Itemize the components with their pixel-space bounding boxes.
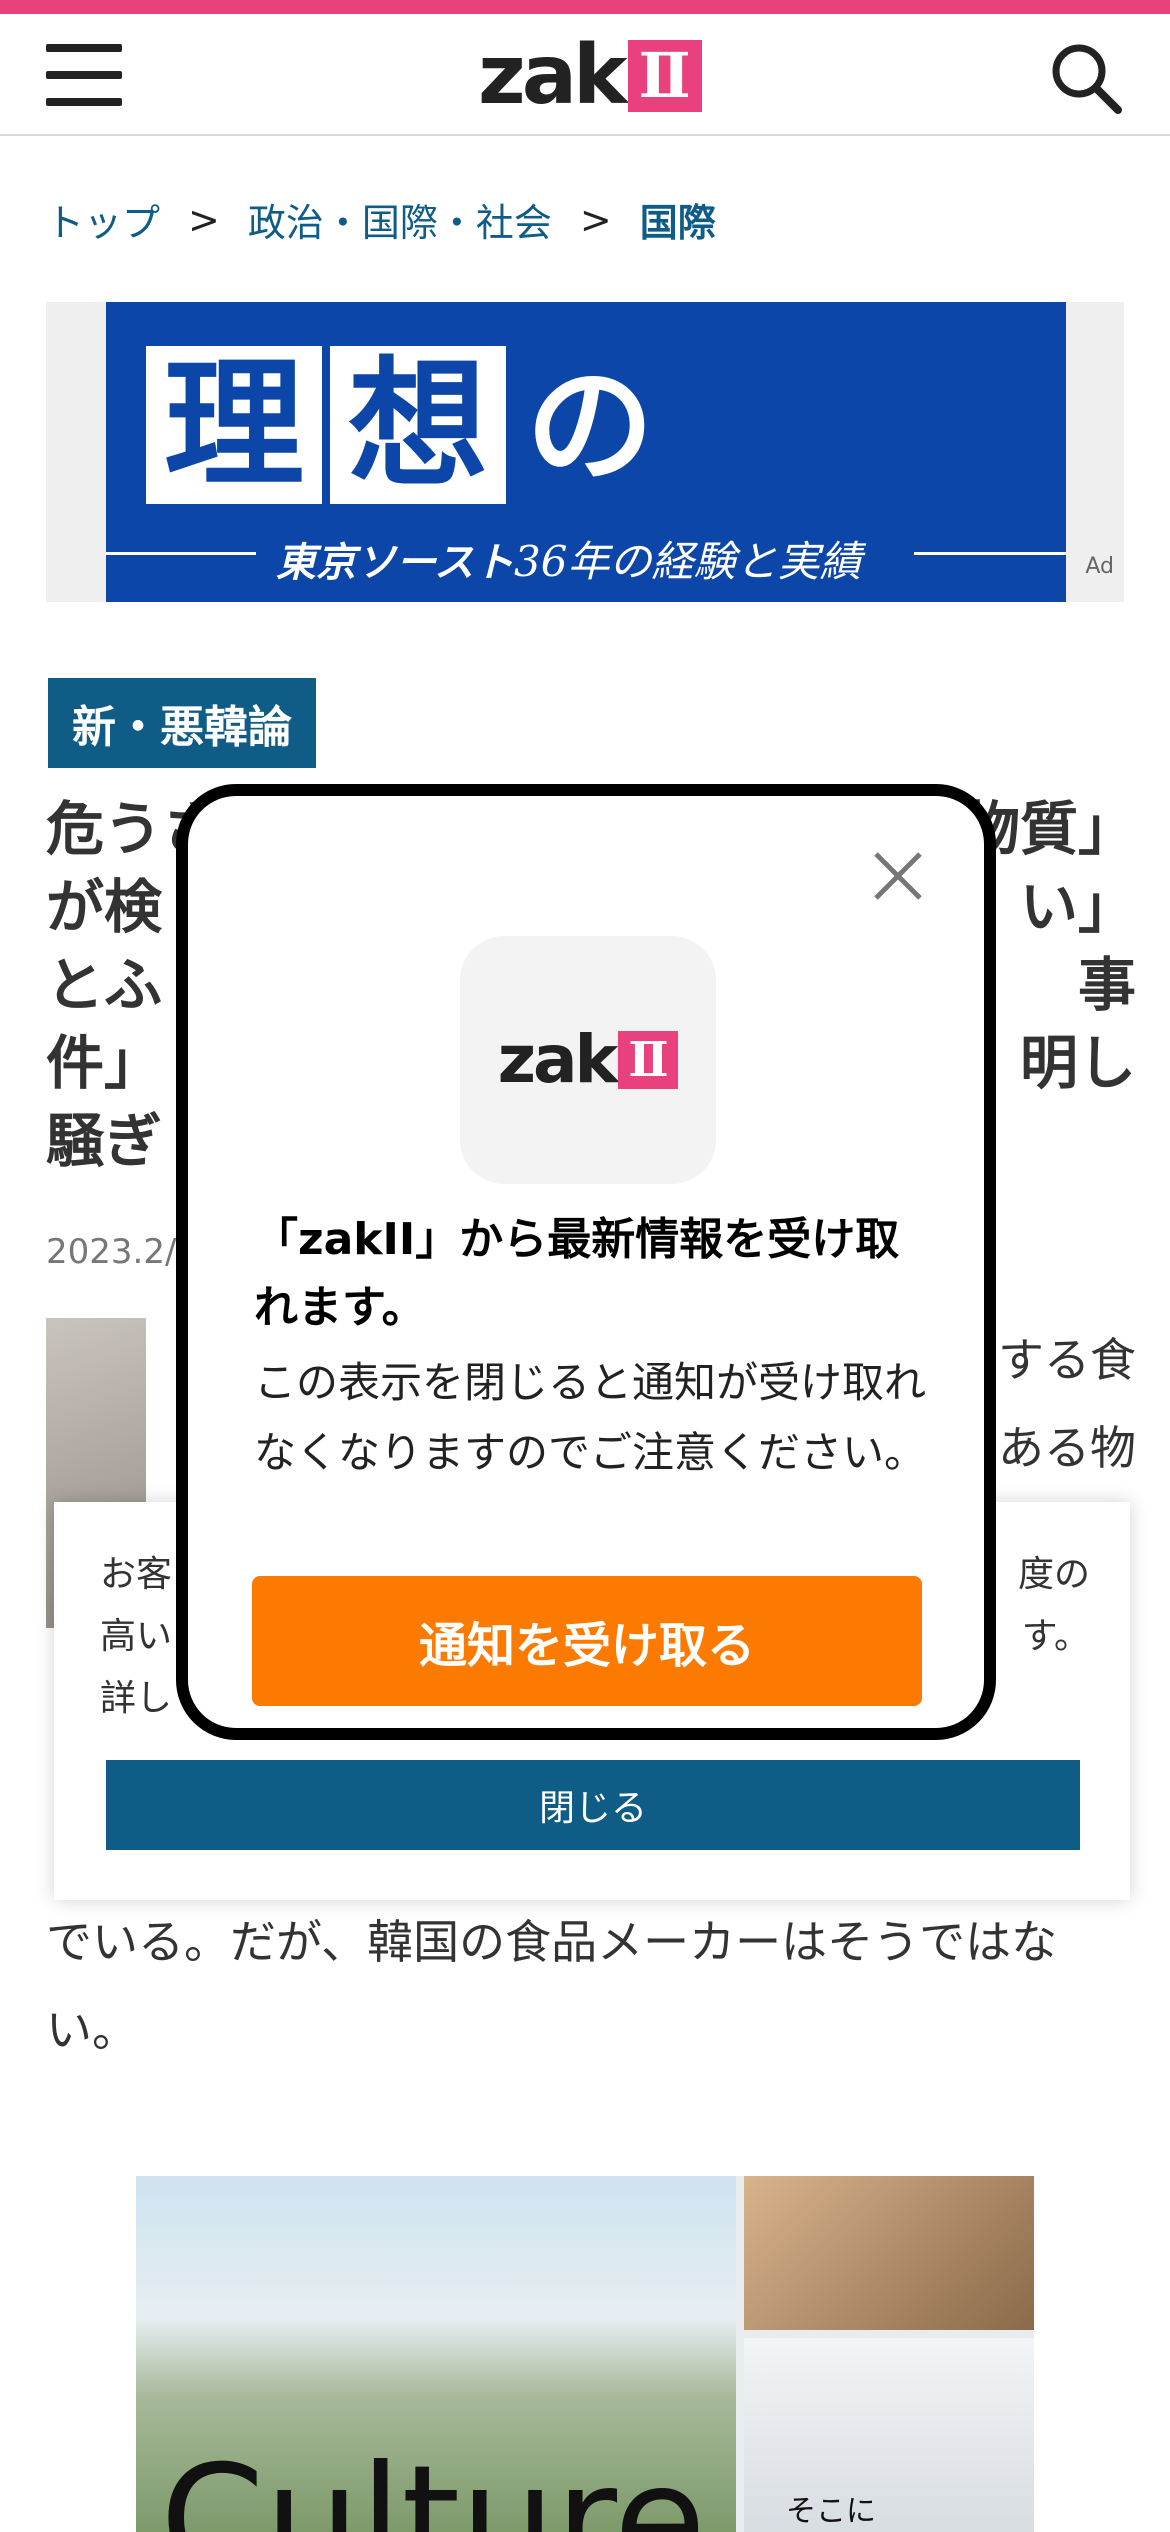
- top-accent-strip: [0, 0, 1170, 14]
- search-icon[interactable]: [1048, 40, 1122, 114]
- app-icon: zak Ⅱ: [460, 936, 716, 1184]
- breadcrumb-top-link[interactable]: トップ: [46, 192, 160, 247]
- culture-ad-headline: Culture: [160, 2434, 707, 2532]
- article-body-bottom: でいる。だが、韓国の食品メーカーはそうではな い。: [46, 1898, 1136, 2074]
- site-logo[interactable]: zak Ⅱ: [478, 28, 702, 123]
- culture-ad-photo-small: [744, 2176, 1034, 2330]
- culture-ad-caption: そこに: [786, 2494, 876, 2529]
- breadcrumb-current[interactable]: 国際: [640, 192, 716, 247]
- modal-body: この表示を閉じると通知が受け取れなくなりますのでご注意ください。: [254, 1358, 927, 1477]
- ad-kanji-2: 想: [330, 346, 506, 504]
- modal-title: 「zakII」から最新情報を受け取れます。: [254, 1214, 900, 1333]
- receive-notifications-button[interactable]: 通知を受け取る: [252, 1576, 922, 1706]
- ad-kana: の: [526, 351, 655, 501]
- ad-divider: [106, 552, 256, 555]
- headline-fragment: い」: [1019, 873, 1136, 941]
- ad-label: Ad: [1085, 554, 1114, 579]
- body-line: でいる。だが、韓国の食品メーカーはそうではな: [46, 1915, 1058, 1969]
- ad-kanji-1: 理: [146, 346, 322, 504]
- breadcrumb-separator: >: [188, 197, 220, 242]
- app-icon-text: zak: [497, 1021, 619, 1098]
- cookie-fragment: 詳し: [100, 1678, 173, 1719]
- headline-fragment: 事: [1077, 951, 1136, 1019]
- app-icon-mark: Ⅱ: [618, 1031, 679, 1089]
- cookie-fragment: 度の: [1017, 1554, 1090, 1595]
- category-badge[interactable]: 新・悪韓論: [48, 678, 316, 768]
- body-line: い。: [46, 2003, 138, 2057]
- cookie-close-button[interactable]: 閉じる: [106, 1760, 1080, 1850]
- cookie-fragment: 高い: [100, 1616, 173, 1657]
- cookie-fragment: す。: [1021, 1616, 1090, 1657]
- logo-text: zak: [478, 28, 628, 123]
- close-icon[interactable]: [868, 846, 928, 906]
- breadcrumb-politics-link[interactable]: 政治・国際・社会: [248, 192, 552, 247]
- headline-fragment: 明し: [1019, 1029, 1136, 1097]
- headline-fragment: 件」: [46, 1029, 163, 1097]
- ad-divider: [914, 552, 1066, 555]
- ad-brand: 東京ソースト: [276, 540, 514, 586]
- cookie-fragment: お客: [100, 1554, 173, 1595]
- headline-fragment: が検: [46, 873, 163, 941]
- ad-slot: 理 想 の 東京ソースト 36年の経験と実績 Ad: [46, 302, 1124, 602]
- breadcrumb: トップ > 政治・国際・社会 > 国際: [46, 192, 716, 247]
- hamburger-menu-icon[interactable]: [46, 44, 122, 106]
- breadcrumb-separator: >: [579, 197, 612, 242]
- culture-ad-banner[interactable]: Culture そこに: [136, 2176, 1034, 2532]
- logo-mark: Ⅱ: [627, 40, 702, 112]
- headline-fragment: とふ: [46, 951, 163, 1019]
- article-date: 2023.2/: [46, 1232, 177, 1272]
- ad-subtitle: 36年の経験と実績: [514, 537, 862, 586]
- site-header: zak Ⅱ: [0, 14, 1170, 136]
- notification-modal: zak Ⅱ 「zakII」から最新情報を受け取れます。 この表示を閉じると通知が…: [176, 784, 996, 1740]
- ad-banner[interactable]: 理 想 の 東京ソースト 36年の経験と実績: [106, 302, 1066, 602]
- headline-fragment: 騒ぎ: [46, 1107, 163, 1175]
